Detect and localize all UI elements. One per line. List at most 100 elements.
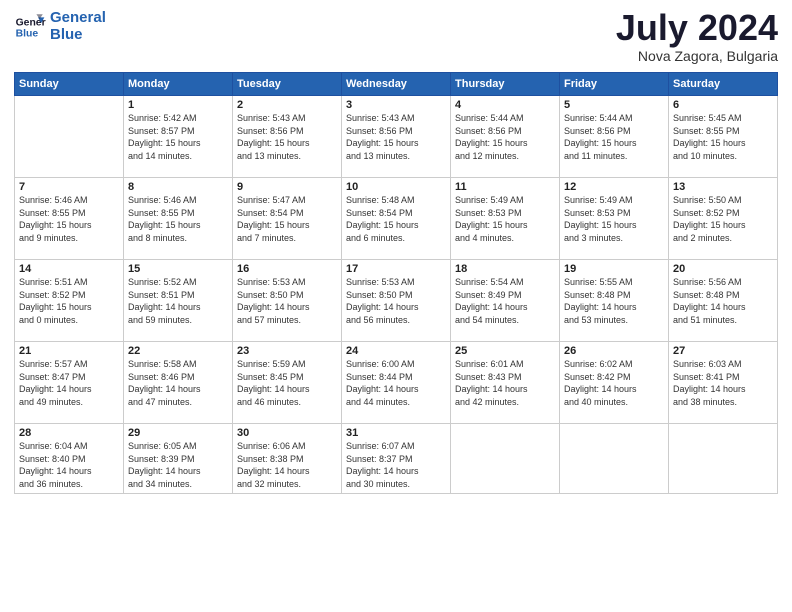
table-row: 27Sunrise: 6:03 AM Sunset: 8:41 PM Dayli…: [669, 342, 778, 424]
table-row: 6Sunrise: 5:45 AM Sunset: 8:55 PM Daylig…: [669, 96, 778, 178]
day-number: 1: [128, 99, 228, 111]
day-number: 3: [346, 99, 446, 111]
day-info: Sunrise: 5:50 AM Sunset: 8:52 PM Dayligh…: [673, 194, 773, 244]
day-number: 23: [237, 345, 337, 357]
table-row: 14Sunrise: 5:51 AM Sunset: 8:52 PM Dayli…: [15, 260, 124, 342]
day-number: 17: [346, 263, 446, 275]
table-row: 26Sunrise: 6:02 AM Sunset: 8:42 PM Dayli…: [560, 342, 669, 424]
table-row: 29Sunrise: 6:05 AM Sunset: 8:39 PM Dayli…: [124, 424, 233, 494]
col-friday: Friday: [560, 73, 669, 96]
day-number: 15: [128, 263, 228, 275]
table-row: 24Sunrise: 6:00 AM Sunset: 8:44 PM Dayli…: [342, 342, 451, 424]
day-number: 20: [673, 263, 773, 275]
day-number: 21: [19, 345, 119, 357]
table-row: 10Sunrise: 5:48 AM Sunset: 8:54 PM Dayli…: [342, 178, 451, 260]
table-row: 15Sunrise: 5:52 AM Sunset: 8:51 PM Dayli…: [124, 260, 233, 342]
svg-text:Blue: Blue: [16, 28, 39, 39]
table-row: 2Sunrise: 5:43 AM Sunset: 8:56 PM Daylig…: [233, 96, 342, 178]
day-number: 4: [455, 99, 555, 111]
table-row: 19Sunrise: 5:55 AM Sunset: 8:48 PM Dayli…: [560, 260, 669, 342]
table-row: [560, 424, 669, 494]
day-info: Sunrise: 6:00 AM Sunset: 8:44 PM Dayligh…: [346, 358, 446, 408]
day-info: Sunrise: 5:48 AM Sunset: 8:54 PM Dayligh…: [346, 194, 446, 244]
day-number: 5: [564, 99, 664, 111]
page: General Blue General Blue July 2024 Nova…: [0, 0, 792, 612]
table-row: 18Sunrise: 5:54 AM Sunset: 8:49 PM Dayli…: [451, 260, 560, 342]
day-info: Sunrise: 6:05 AM Sunset: 8:39 PM Dayligh…: [128, 440, 228, 490]
day-number: 7: [19, 181, 119, 193]
table-row: 16Sunrise: 5:53 AM Sunset: 8:50 PM Dayli…: [233, 260, 342, 342]
day-info: Sunrise: 5:43 AM Sunset: 8:56 PM Dayligh…: [237, 112, 337, 162]
table-row: 8Sunrise: 5:46 AM Sunset: 8:55 PM Daylig…: [124, 178, 233, 260]
day-number: 11: [455, 181, 555, 193]
table-row: 30Sunrise: 6:06 AM Sunset: 8:38 PM Dayli…: [233, 424, 342, 494]
logo: General Blue General Blue: [14, 10, 106, 43]
day-info: Sunrise: 6:06 AM Sunset: 8:38 PM Dayligh…: [237, 440, 337, 490]
title-area: July 2024 Nova Zagora, Bulgaria: [616, 10, 778, 64]
table-row: 1Sunrise: 5:42 AM Sunset: 8:57 PM Daylig…: [124, 96, 233, 178]
day-number: 31: [346, 427, 446, 439]
col-wednesday: Wednesday: [342, 73, 451, 96]
day-info: Sunrise: 5:49 AM Sunset: 8:53 PM Dayligh…: [455, 194, 555, 244]
table-row: 4Sunrise: 5:44 AM Sunset: 8:56 PM Daylig…: [451, 96, 560, 178]
table-row: [15, 96, 124, 178]
day-number: 29: [128, 427, 228, 439]
day-number: 9: [237, 181, 337, 193]
day-info: Sunrise: 5:45 AM Sunset: 8:55 PM Dayligh…: [673, 112, 773, 162]
header-row: Sunday Monday Tuesday Wednesday Thursday…: [15, 73, 778, 96]
day-number: 30: [237, 427, 337, 439]
day-number: 6: [673, 99, 773, 111]
table-row: 7Sunrise: 5:46 AM Sunset: 8:55 PM Daylig…: [15, 178, 124, 260]
day-info: Sunrise: 6:02 AM Sunset: 8:42 PM Dayligh…: [564, 358, 664, 408]
day-number: 12: [564, 181, 664, 193]
day-number: 13: [673, 181, 773, 193]
table-row: 11Sunrise: 5:49 AM Sunset: 8:53 PM Dayli…: [451, 178, 560, 260]
header: General Blue General Blue July 2024 Nova…: [14, 10, 778, 64]
month-title: July 2024: [616, 10, 778, 46]
day-info: Sunrise: 5:58 AM Sunset: 8:46 PM Dayligh…: [128, 358, 228, 408]
day-number: 28: [19, 427, 119, 439]
location: Nova Zagora, Bulgaria: [616, 48, 778, 64]
day-number: 8: [128, 181, 228, 193]
col-saturday: Saturday: [669, 73, 778, 96]
table-row: 17Sunrise: 5:53 AM Sunset: 8:50 PM Dayli…: [342, 260, 451, 342]
day-info: Sunrise: 5:55 AM Sunset: 8:48 PM Dayligh…: [564, 276, 664, 326]
day-number: 2: [237, 99, 337, 111]
col-sunday: Sunday: [15, 73, 124, 96]
day-info: Sunrise: 5:54 AM Sunset: 8:49 PM Dayligh…: [455, 276, 555, 326]
day-info: Sunrise: 5:59 AM Sunset: 8:45 PM Dayligh…: [237, 358, 337, 408]
table-row: 12Sunrise: 5:49 AM Sunset: 8:53 PM Dayli…: [560, 178, 669, 260]
logo-text: General Blue: [50, 10, 106, 43]
day-info: Sunrise: 5:57 AM Sunset: 8:47 PM Dayligh…: [19, 358, 119, 408]
day-number: 26: [564, 345, 664, 357]
day-info: Sunrise: 5:42 AM Sunset: 8:57 PM Dayligh…: [128, 112, 228, 162]
logo-icon: General Blue: [14, 11, 46, 43]
week-row-2: 14Sunrise: 5:51 AM Sunset: 8:52 PM Dayli…: [15, 260, 778, 342]
table-row: 31Sunrise: 6:07 AM Sunset: 8:37 PM Dayli…: [342, 424, 451, 494]
day-info: Sunrise: 5:44 AM Sunset: 8:56 PM Dayligh…: [564, 112, 664, 162]
day-info: Sunrise: 5:51 AM Sunset: 8:52 PM Dayligh…: [19, 276, 119, 326]
table-row: 9Sunrise: 5:47 AM Sunset: 8:54 PM Daylig…: [233, 178, 342, 260]
table-row: 3Sunrise: 5:43 AM Sunset: 8:56 PM Daylig…: [342, 96, 451, 178]
week-row-0: 1Sunrise: 5:42 AM Sunset: 8:57 PM Daylig…: [15, 96, 778, 178]
day-info: Sunrise: 5:47 AM Sunset: 8:54 PM Dayligh…: [237, 194, 337, 244]
day-number: 10: [346, 181, 446, 193]
table-row: 28Sunrise: 6:04 AM Sunset: 8:40 PM Dayli…: [15, 424, 124, 494]
day-info: Sunrise: 6:03 AM Sunset: 8:41 PM Dayligh…: [673, 358, 773, 408]
day-number: 19: [564, 263, 664, 275]
logo-general: General: [50, 9, 106, 26]
day-number: 14: [19, 263, 119, 275]
day-info: Sunrise: 5:53 AM Sunset: 8:50 PM Dayligh…: [346, 276, 446, 326]
table-row: 21Sunrise: 5:57 AM Sunset: 8:47 PM Dayli…: [15, 342, 124, 424]
day-info: Sunrise: 5:46 AM Sunset: 8:55 PM Dayligh…: [19, 194, 119, 244]
logo-blue: Blue: [50, 26, 83, 43]
week-row-3: 21Sunrise: 5:57 AM Sunset: 8:47 PM Dayli…: [15, 342, 778, 424]
day-info: Sunrise: 5:46 AM Sunset: 8:55 PM Dayligh…: [128, 194, 228, 244]
day-info: Sunrise: 5:52 AM Sunset: 8:51 PM Dayligh…: [128, 276, 228, 326]
day-info: Sunrise: 5:44 AM Sunset: 8:56 PM Dayligh…: [455, 112, 555, 162]
table-row: 23Sunrise: 5:59 AM Sunset: 8:45 PM Dayli…: [233, 342, 342, 424]
calendar-table: Sunday Monday Tuesday Wednesday Thursday…: [14, 72, 778, 494]
day-info: Sunrise: 6:07 AM Sunset: 8:37 PM Dayligh…: [346, 440, 446, 490]
week-row-1: 7Sunrise: 5:46 AM Sunset: 8:55 PM Daylig…: [15, 178, 778, 260]
day-number: 16: [237, 263, 337, 275]
